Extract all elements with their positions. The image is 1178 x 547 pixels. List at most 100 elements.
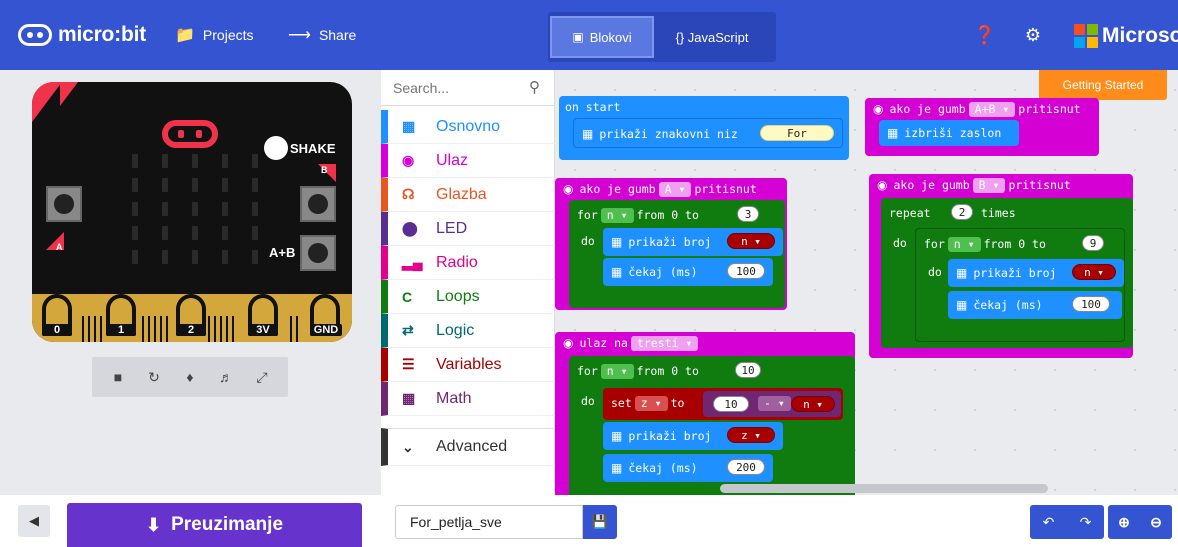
string-value[interactable]: For: [760, 125, 834, 141]
zoom-out-icon[interactable]: ⊖: [1150, 514, 1162, 531]
workspace-horizontal-scrollbar[interactable]: [720, 484, 1048, 493]
pause-value[interactable]: 100: [727, 263, 765, 279]
category-led[interactable]: ⬤ LED: [381, 212, 555, 246]
redo-icon[interactable]: ↷: [1080, 514, 1092, 531]
led[interactable]: [222, 202, 228, 216]
show-string-block[interactable]: ▦ prikaži znakovni niz For: [573, 118, 843, 148]
on-shake-block[interactable]: ◉ ulaz na tresti ▾ for n ▾ from 0 to 10 do s…: [555, 332, 855, 495]
led[interactable]: [222, 178, 228, 192]
pause-block[interactable]: ▦ čekaj (ms) 100: [948, 291, 1122, 319]
led[interactable]: [252, 178, 258, 192]
button-a[interactable]: [46, 186, 82, 222]
pause-block[interactable]: ▦ čekaj (ms) 100: [603, 258, 773, 286]
show-number-block[interactable]: ▦ prikaži broj n ▾: [603, 228, 783, 256]
slow-mo-icon[interactable]: ♦: [179, 369, 201, 385]
shake-button[interactable]: [264, 136, 288, 160]
led[interactable]: [192, 202, 198, 216]
getting-started-button[interactable]: Getting Started: [1039, 70, 1167, 100]
operand-left[interactable]: 10: [713, 396, 749, 412]
led[interactable]: [162, 202, 168, 216]
button-ab[interactable]: [300, 235, 336, 271]
category-math[interactable]: ▦ Math: [381, 382, 555, 416]
led[interactable]: [192, 226, 198, 240]
var-reporter[interactable]: z ▾: [727, 427, 775, 443]
projects-button[interactable]: 📁 Projects: [175, 0, 254, 70]
mute-icon[interactable]: ♬: [215, 369, 237, 385]
for-loop-block[interactable]: for n ▾ from 0 to 10 do set z ▾ to 10 - ▾ n …: [569, 356, 855, 495]
search-icon[interactable]: ⚲: [529, 78, 540, 96]
led[interactable]: [252, 202, 258, 216]
pause-block[interactable]: ▦ čekaj (ms) 200: [603, 454, 773, 482]
category-loops[interactable]: C Loops: [381, 280, 555, 314]
led[interactable]: [132, 226, 138, 240]
led[interactable]: [252, 154, 258, 168]
var-reporter[interactable]: n ▾: [1072, 264, 1116, 280]
button-b[interactable]: [300, 186, 336, 222]
pause-value[interactable]: 200: [727, 459, 765, 475]
search-input[interactable]: [393, 79, 523, 97]
on-button-ab-block[interactable]: ◉ ako je gumb A+B ▾ pritisnut ▦ izbriši zasl…: [865, 98, 1099, 156]
loop-end-value[interactable]: 9: [1082, 235, 1104, 251]
button-dropdown[interactable]: B ▾: [972, 178, 1006, 193]
set-variable-block[interactable]: set z ▾ to 10 - ▾ n ▾: [603, 388, 843, 420]
category-input[interactable]: ◉ Ulaz: [381, 144, 555, 178]
repeat-count[interactable]: 2: [951, 204, 973, 220]
led[interactable]: [192, 178, 198, 192]
category-basic[interactable]: ▦ Osnovno: [381, 110, 555, 144]
project-name-input[interactable]: [395, 505, 583, 539]
led[interactable]: [252, 226, 258, 240]
category-logic[interactable]: ⇄ Logic: [381, 314, 555, 348]
on-button-a-block[interactable]: ◉ ako je gumb A ▾ pritisnut for n ▾ from 0 to…: [555, 178, 787, 310]
on-start-block[interactable]: on start ▦ prikaži znakovni niz For: [559, 96, 849, 160]
category-advanced[interactable]: ⌄ Advanced: [381, 428, 555, 466]
led[interactable]: [192, 250, 198, 264]
help-icon[interactable]: ❓: [972, 22, 998, 48]
tab-blocks[interactable]: ▣ Blokovi: [550, 16, 654, 58]
button-dropdown[interactable]: A ▾: [658, 182, 692, 197]
led[interactable]: [252, 250, 258, 264]
led[interactable]: [132, 202, 138, 216]
undo-icon[interactable]: ↶: [1043, 514, 1055, 531]
button-dropdown[interactable]: A+B ▾: [968, 102, 1016, 117]
share-button[interactable]: ⟶ Share: [288, 0, 356, 70]
led[interactable]: [192, 154, 198, 168]
loop-end-value[interactable]: 3: [737, 206, 759, 222]
show-number-block[interactable]: ▦ prikaži broj n ▾: [948, 259, 1124, 287]
var-reporter[interactable]: n ▾: [727, 233, 775, 249]
on-button-b-block[interactable]: ◉ ako je gumb B ▾ pritisnut repeat 2 times …: [869, 174, 1133, 358]
gear-icon[interactable]: ⚙: [1020, 22, 1046, 48]
math-minus-block[interactable]: 10 - ▾ n ▾: [703, 391, 841, 417]
operator-dropdown[interactable]: - ▾: [758, 396, 791, 411]
microbit-logo[interactable]: micro:bit: [18, 0, 146, 70]
led[interactable]: [162, 226, 168, 240]
led[interactable]: [162, 178, 168, 192]
clear-screen-block[interactable]: ▦ izbriši zaslon: [879, 120, 1019, 146]
toggle-simulator-button[interactable]: ◀: [18, 505, 50, 537]
show-number-block[interactable]: ▦ prikaži broj z ▾: [603, 422, 783, 450]
save-button[interactable]: 💾: [583, 505, 617, 539]
for-loop-block[interactable]: for n ▾ from 0 to 9 do ▦ prikaži broj n ▾ ▦…: [915, 228, 1125, 342]
var-dropdown[interactable]: z ▾: [634, 396, 668, 411]
tab-javascript[interactable]: {} JavaScript: [660, 16, 764, 58]
var-dropdown[interactable]: n ▾: [600, 364, 634, 379]
led[interactable]: [222, 250, 228, 264]
var-dropdown[interactable]: n ▾: [600, 208, 634, 223]
var-dropdown[interactable]: n ▾: [947, 237, 981, 252]
pause-value[interactable]: 100: [1072, 296, 1110, 312]
microsoft-logo[interactable]: Microsoft: [1074, 24, 1178, 48]
fullscreen-icon[interactable]: ⤢: [251, 369, 273, 386]
led[interactable]: [132, 250, 138, 264]
category-music[interactable]: ☊ Glazba: [381, 178, 555, 212]
loop-end-value[interactable]: 10: [735, 362, 761, 378]
for-loop-block[interactable]: for n ▾ from 0 to 3 do ▦ prikaži broj n ▾ ▦…: [569, 200, 785, 308]
var-reporter[interactable]: n ▾: [791, 396, 835, 412]
restart-icon[interactable]: ↻: [143, 369, 165, 386]
repeat-block[interactable]: repeat 2 times do for n ▾ from 0 to 9 do ▦…: [881, 198, 1133, 348]
led[interactable]: [132, 178, 138, 192]
gesture-dropdown[interactable]: tresti ▾: [630, 336, 699, 351]
led[interactable]: [162, 154, 168, 168]
blocks-workspace[interactable]: Getting Started on start ▦ prikaži znakov…: [555, 70, 1178, 495]
led[interactable]: [222, 226, 228, 240]
zoom-in-icon[interactable]: ⊕: [1118, 514, 1130, 531]
led[interactable]: [222, 154, 228, 168]
